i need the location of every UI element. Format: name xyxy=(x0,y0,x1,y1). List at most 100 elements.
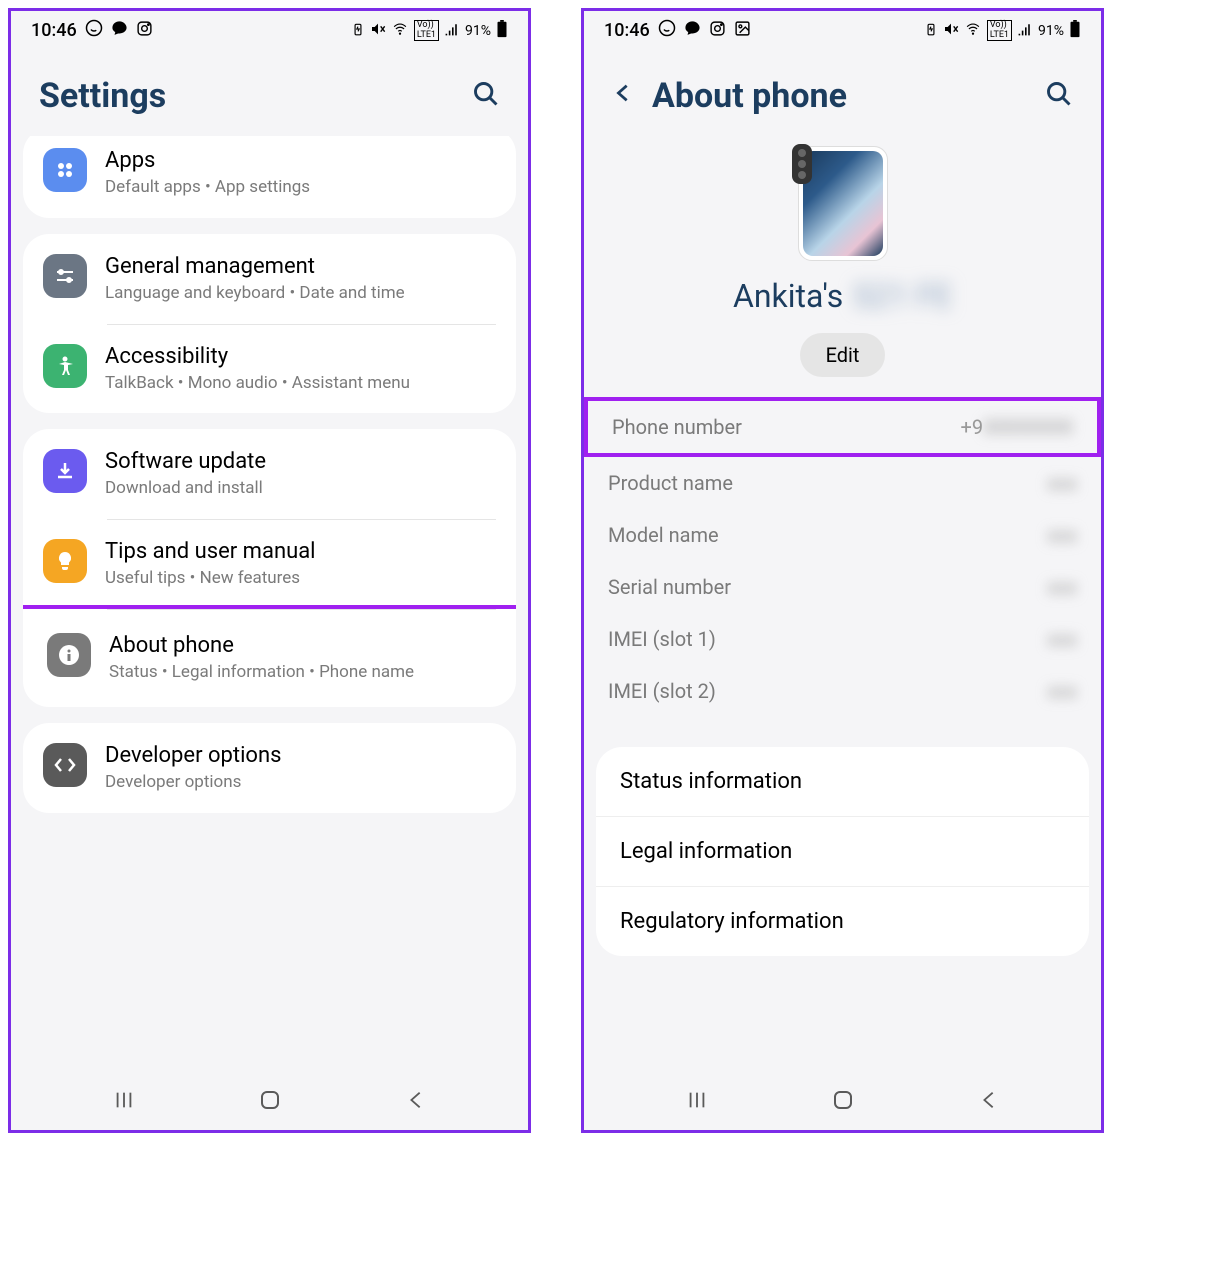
item-title: Accessibility xyxy=(105,344,496,369)
message-icon xyxy=(684,20,701,42)
item-subtitle: Language and keyboard • Date and time xyxy=(105,282,496,306)
wifi-icon xyxy=(964,22,982,40)
info-phone-number[interactable]: Phone number +900000000 xyxy=(584,397,1101,457)
link-status-info[interactable]: Status information xyxy=(596,747,1089,817)
apps-icon xyxy=(43,148,87,192)
page-title: Settings xyxy=(39,76,166,116)
header: About phone xyxy=(584,46,1101,136)
settings-list: Apps Default apps • App settings General… xyxy=(11,136,528,1070)
about-icon xyxy=(47,633,91,677)
item-title: Developer options xyxy=(105,743,496,768)
recents-button[interactable] xyxy=(113,1089,135,1115)
battery-percent: 91% xyxy=(1038,23,1064,39)
item-subtitle: Download and install xyxy=(105,477,496,501)
settings-item-apps[interactable]: Apps Default apps • App settings xyxy=(23,136,516,218)
edit-button[interactable]: Edit xyxy=(800,333,886,377)
item-title: Apps xyxy=(105,148,496,173)
device-info-list: Phone number +900000000 Product name xxx… xyxy=(584,397,1101,717)
back-button[interactable] xyxy=(405,1089,427,1115)
settings-item-tips[interactable]: Tips and user manual Useful tips • New f… xyxy=(23,519,516,609)
settings-group-1: Apps Default apps • App settings xyxy=(23,136,516,218)
battery-icon xyxy=(496,20,508,42)
item-title: General management xyxy=(105,254,496,279)
info-value: xxx xyxy=(1017,575,1077,599)
info-imei-2[interactable]: IMEI (slot 2) xxx xyxy=(602,665,1083,717)
clock: 10:46 xyxy=(31,20,77,41)
item-subtitle: Default apps • App settings xyxy=(105,176,496,200)
developer-icon xyxy=(43,743,87,787)
link-regulatory-info[interactable]: Regulatory information xyxy=(596,887,1089,956)
instagram-icon xyxy=(136,20,153,42)
header: Settings xyxy=(11,46,528,136)
tips-icon xyxy=(43,539,87,583)
info-label: IMEI (slot 1) xyxy=(608,627,716,651)
info-serial-number[interactable]: Serial number xxx xyxy=(602,561,1083,613)
about-links: Status information Legal information Reg… xyxy=(596,747,1089,956)
signal-icon xyxy=(1017,22,1033,40)
settings-group-3: Software update Download and install Tip… xyxy=(23,429,516,706)
info-value: +900000000 xyxy=(960,415,1073,439)
item-title: Tips and user manual xyxy=(105,539,496,564)
battery-icon xyxy=(1069,20,1081,42)
about-content: Ankita'sS21 FE Edit Phone number +900000… xyxy=(584,136,1101,1070)
item-title: About phone xyxy=(109,633,492,658)
search-icon[interactable] xyxy=(1045,80,1073,112)
search-icon[interactable] xyxy=(472,80,500,112)
nav-bar xyxy=(584,1070,1101,1130)
device-header: Ankita'sS21 FE Edit xyxy=(584,136,1101,397)
info-imei-1[interactable]: IMEI (slot 1) xxx xyxy=(602,613,1083,665)
message-icon xyxy=(111,20,128,42)
settings-item-accessibility[interactable]: Accessibility TalkBack • Mono audio • As… xyxy=(23,324,516,414)
link-legal-info[interactable]: Legal information xyxy=(596,817,1089,887)
settings-item-about[interactable]: About phone Status • Legal information •… xyxy=(23,605,516,707)
home-button[interactable] xyxy=(831,1088,855,1116)
item-title: Software update xyxy=(105,449,496,474)
info-value: xxx xyxy=(1017,679,1077,703)
info-label: Serial number xyxy=(608,575,731,599)
mute-icon xyxy=(943,21,959,41)
status-bar: 10:46 Vo))LTE1 91% xyxy=(584,11,1101,46)
volte-icon: Vo))LTE1 xyxy=(414,20,439,42)
device-name: Ankita'sS21 FE xyxy=(584,277,1101,315)
status-bar: 10:46 Vo))LTE1 91% xyxy=(11,11,528,46)
item-subtitle: Developer options xyxy=(105,771,496,795)
back-button[interactable] xyxy=(612,81,634,111)
settings-item-update[interactable]: Software update Download and install xyxy=(23,429,516,519)
recents-button[interactable] xyxy=(686,1089,708,1115)
info-label: Model name xyxy=(608,523,719,547)
clock: 10:46 xyxy=(604,20,650,41)
back-button[interactable] xyxy=(978,1089,1000,1115)
nav-bar xyxy=(11,1070,528,1130)
battery-share-icon xyxy=(924,21,938,41)
page-title: About phone xyxy=(652,76,847,116)
item-subtitle: TalkBack • Mono audio • Assistant menu xyxy=(105,372,496,396)
info-label: Product name xyxy=(608,471,733,495)
item-subtitle: Status • Legal information • Phone name xyxy=(109,661,492,685)
whatsapp-icon xyxy=(85,19,103,42)
info-model-name[interactable]: Model name xxx xyxy=(602,509,1083,561)
update-icon xyxy=(43,449,87,493)
info-value: xxx xyxy=(1017,627,1077,651)
wifi-icon xyxy=(391,22,409,40)
info-value: xxx xyxy=(1017,471,1077,495)
settings-item-developer[interactable]: Developer options Developer options xyxy=(23,723,516,813)
battery-percent: 91% xyxy=(465,23,491,39)
info-label: IMEI (slot 2) xyxy=(608,679,716,703)
item-subtitle: Useful tips • New features xyxy=(105,567,496,591)
general-icon xyxy=(43,254,87,298)
settings-screen: 10:46 Vo))LTE1 91% Settings xyxy=(8,8,531,1133)
whatsapp-icon xyxy=(658,19,676,42)
mute-icon xyxy=(370,21,386,41)
info-value: xxx xyxy=(1017,523,1077,547)
info-product-name[interactable]: Product name xxx xyxy=(602,457,1083,509)
settings-group-2: General management Language and keyboard… xyxy=(23,234,516,414)
instagram-icon xyxy=(709,20,726,42)
settings-group-4: Developer options Developer options xyxy=(23,723,516,813)
volte-icon: Vo))LTE1 xyxy=(987,20,1012,42)
info-label: Phone number xyxy=(612,415,742,439)
signal-icon xyxy=(444,22,460,40)
settings-item-general[interactable]: General management Language and keyboard… xyxy=(23,234,516,324)
home-button[interactable] xyxy=(258,1088,282,1116)
battery-share-icon xyxy=(351,21,365,41)
about-phone-screen: 10:46 Vo))LTE1 91% About phone xyxy=(581,8,1104,1133)
